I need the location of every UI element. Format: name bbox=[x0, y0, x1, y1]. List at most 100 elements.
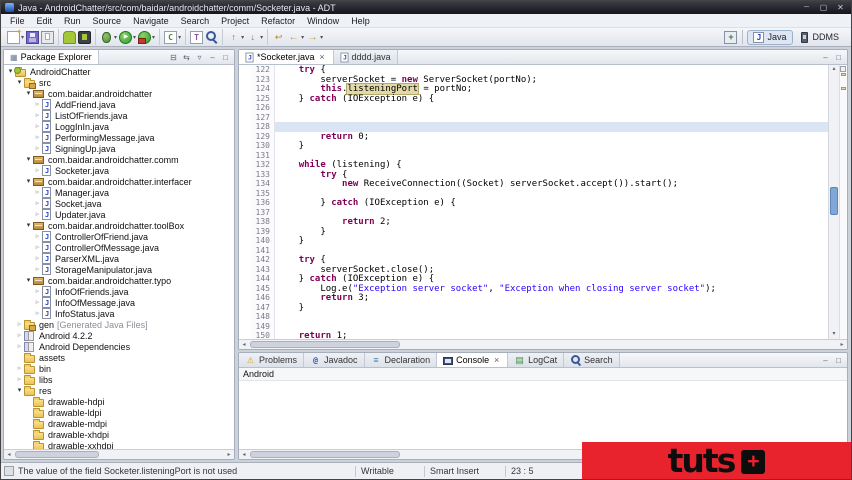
tree-item[interactable]: drawable-mdpi bbox=[4, 418, 234, 429]
code-line[interactable]: 149 bbox=[239, 321, 828, 331]
tree-toggle-icon[interactable] bbox=[33, 209, 42, 220]
menu-run[interactable]: Run bbox=[58, 15, 87, 27]
tree-item[interactable]: ControllerOfFriend.java bbox=[4, 231, 234, 242]
tree-item[interactable]: drawable-ldpi bbox=[4, 407, 234, 418]
tree-toggle-icon[interactable] bbox=[33, 165, 42, 176]
code-line[interactable]: 132 while (listening) { bbox=[239, 160, 828, 170]
scrollbar-thumb[interactable] bbox=[250, 451, 400, 458]
tree-item[interactable]: Socket.java bbox=[4, 198, 234, 209]
line-number[interactable]: 150 bbox=[251, 331, 275, 339]
dropdown-arrow-icon[interactable]: ▾ bbox=[114, 34, 117, 41]
tree-toggle-icon[interactable] bbox=[15, 374, 24, 385]
code-area[interactable]: 122 try {123 serverSocket = new ServerSo… bbox=[239, 65, 828, 339]
tree-item[interactable]: bin bbox=[4, 363, 234, 374]
scroll-left-icon[interactable] bbox=[4, 450, 14, 460]
tree-toggle-icon[interactable] bbox=[33, 132, 42, 143]
tree-toggle-icon[interactable] bbox=[24, 176, 33, 187]
tree-toggle-icon[interactable] bbox=[24, 220, 33, 231]
menu-project[interactable]: Project bbox=[215, 15, 255, 27]
save-button[interactable] bbox=[25, 30, 40, 45]
scrollbar-thumb[interactable] bbox=[15, 451, 99, 458]
tree-item[interactable]: SigningUp.java bbox=[4, 143, 234, 154]
maximize-button[interactable] bbox=[815, 2, 832, 13]
forward-button[interactable]: ▾ bbox=[305, 30, 324, 45]
last-edit-location-button[interactable] bbox=[271, 30, 286, 45]
code-line[interactable]: 138 return 2; bbox=[239, 217, 828, 227]
tree-item[interactable]: Android Dependencies bbox=[4, 341, 234, 352]
next-annotation-button[interactable]: ▾ bbox=[245, 30, 264, 45]
android-sdk-manager-button[interactable] bbox=[62, 30, 77, 45]
line-number[interactable]: 137 bbox=[251, 207, 275, 217]
tree-item[interactable]: Updater.java bbox=[4, 209, 234, 220]
line-number[interactable]: 135 bbox=[251, 188, 275, 198]
line-number[interactable]: 124 bbox=[251, 84, 275, 94]
view-tab-javadoc[interactable]: Javadoc bbox=[304, 353, 365, 367]
code-line[interactable]: 139 } bbox=[239, 226, 828, 237]
code-line[interactable]: 128 bbox=[239, 122, 828, 132]
scroll-up-icon[interactable] bbox=[829, 65, 839, 74]
code-line[interactable]: 133 try { bbox=[239, 169, 828, 180]
line-number[interactable]: 126 bbox=[251, 103, 275, 113]
line-number[interactable]: 133 bbox=[251, 169, 275, 179]
minimize-icon[interactable] bbox=[820, 356, 831, 365]
code-line[interactable]: 135 bbox=[239, 188, 828, 198]
tree-toggle-icon[interactable] bbox=[24, 275, 33, 286]
menu-source[interactable]: Source bbox=[87, 15, 128, 27]
tree-item[interactable]: PerformingMessage.java bbox=[4, 132, 234, 143]
view-tab-declaration[interactable]: Declaration bbox=[364, 353, 438, 367]
line-number[interactable]: 134 bbox=[251, 179, 275, 189]
package-explorer-hscrollbar[interactable] bbox=[4, 449, 234, 459]
tree-toggle-icon[interactable] bbox=[33, 110, 42, 121]
line-number[interactable]: 131 bbox=[251, 150, 275, 160]
tree-item[interactable]: com.baidar.androidchatter.interfacer bbox=[4, 176, 234, 187]
tree-item[interactable]: ControllerOfMessage.java bbox=[4, 242, 234, 253]
scrollbar-track[interactable] bbox=[14, 450, 224, 459]
scrollbar-thumb[interactable] bbox=[830, 186, 838, 215]
tree-item[interactable]: drawable-hdpi bbox=[4, 396, 234, 407]
code-line[interactable]: 122 try { bbox=[239, 65, 828, 75]
dropdown-arrow-icon[interactable]: ▾ bbox=[241, 34, 244, 41]
menu-file[interactable]: File bbox=[4, 15, 31, 27]
menu-refactor[interactable]: Refactor bbox=[255, 15, 301, 27]
link-with-editor-icon[interactable] bbox=[181, 53, 192, 62]
code-line[interactable]: 131 bbox=[239, 150, 828, 160]
warning-marker[interactable] bbox=[841, 73, 846, 77]
scrollbar-track[interactable] bbox=[249, 340, 837, 349]
code-line[interactable]: 126 bbox=[239, 103, 828, 113]
warning-marker[interactable] bbox=[841, 86, 846, 90]
external-tools-button[interactable]: ▾ bbox=[137, 30, 156, 45]
tree-item[interactable]: ListOfFriends.java bbox=[4, 110, 234, 121]
perspective-ddms[interactable]: DDMS bbox=[793, 30, 846, 45]
console-output[interactable] bbox=[239, 381, 847, 449]
scroll-down-icon[interactable] bbox=[829, 330, 839, 339]
overview-ruler[interactable] bbox=[839, 65, 847, 339]
tree-item[interactable]: res bbox=[4, 385, 234, 396]
tree-item[interactable]: drawable-xxhdpi bbox=[4, 440, 234, 449]
tree-item[interactable]: AddFriend.java bbox=[4, 99, 234, 110]
close-tab-icon[interactable]: × bbox=[318, 52, 327, 62]
line-number[interactable]: 136 bbox=[251, 198, 275, 208]
new-java-class-button[interactable]: ▾ bbox=[163, 30, 182, 45]
line-number[interactable]: 130 bbox=[251, 141, 275, 151]
minimize-icon[interactable] bbox=[207, 53, 218, 62]
prev-annotation-button[interactable]: ▾ bbox=[226, 30, 245, 45]
minimize-button[interactable] bbox=[798, 2, 815, 13]
tree-item[interactable]: com.baidar.androidchatter.typo bbox=[4, 275, 234, 286]
menu-window[interactable]: Window bbox=[301, 15, 345, 27]
code-line[interactable]: 142 try { bbox=[239, 255, 828, 265]
close-tab-icon[interactable]: × bbox=[492, 355, 501, 365]
run-button[interactable]: ▾ bbox=[118, 30, 137, 45]
code-line[interactable]: 123 serverSocket = new ServerSocket(port… bbox=[239, 74, 828, 85]
tree-toggle-icon[interactable] bbox=[15, 319, 24, 330]
tree-toggle-icon[interactable] bbox=[33, 242, 42, 253]
tree-toggle-icon[interactable] bbox=[33, 264, 42, 275]
line-number[interactable]: 139 bbox=[251, 226, 275, 236]
code-line[interactable]: 136 } catch (IOException e) { bbox=[239, 198, 828, 208]
view-menu-icon[interactable] bbox=[194, 53, 205, 62]
tree-item[interactable]: drawable-xhdpi bbox=[4, 429, 234, 440]
line-number[interactable]: 122 bbox=[251, 65, 275, 75]
scroll-right-icon[interactable] bbox=[837, 340, 847, 350]
tree-toggle-icon[interactable] bbox=[24, 154, 33, 165]
line-number[interactable]: 138 bbox=[251, 217, 275, 227]
editor-tab[interactable]: *Socketer.java× bbox=[239, 50, 334, 64]
